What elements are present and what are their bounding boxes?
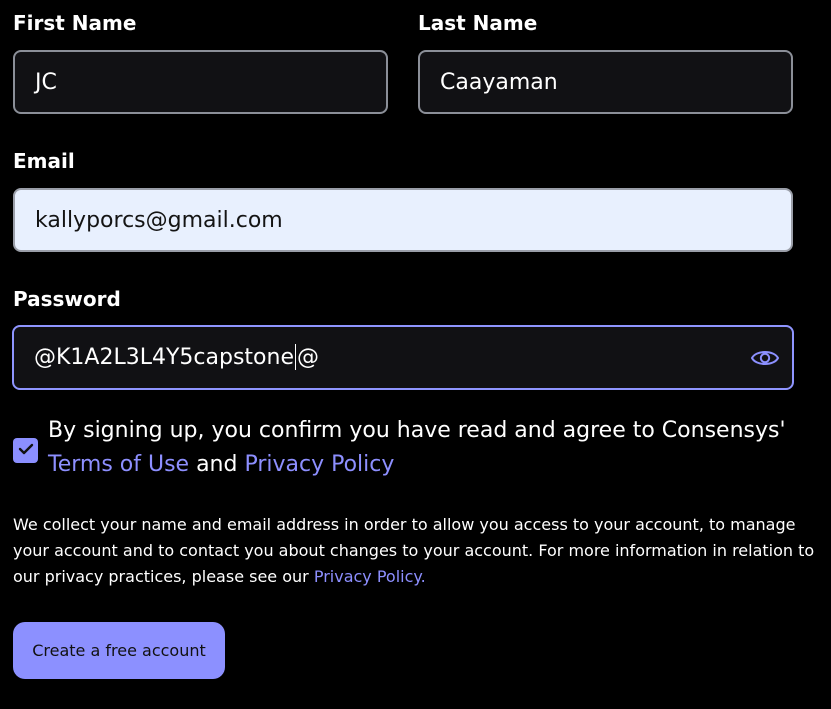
privacy-policy-link[interactable]: Privacy Policy	[244, 452, 394, 477]
terms-of-use-link[interactable]: Terms of Use	[48, 452, 189, 477]
eye-icon[interactable]	[750, 347, 780, 369]
password-value-before-caret: @K1A2L3L4Y5capstone	[34, 344, 294, 370]
consent-checkbox[interactable]	[13, 438, 38, 463]
email-value: kallyporcs@gmail.com	[35, 207, 283, 233]
first-name-label: First Name	[13, 11, 137, 35]
notice-privacy-policy-link[interactable]: Privacy Policy.	[314, 567, 426, 586]
password-label: Password	[13, 287, 121, 311]
first-name-value: JC	[35, 69, 57, 95]
last-name-label: Last Name	[418, 11, 538, 35]
last-name-value: Caayaman	[440, 69, 558, 95]
password-value-after-caret: @	[296, 344, 319, 370]
first-name-field[interactable]: JC	[13, 50, 388, 114]
checkmark-icon	[18, 441, 34, 460]
consent-prefix: By signing up, you confirm you have read…	[48, 418, 786, 443]
email-label: Email	[13, 149, 75, 173]
password-value: @K1A2L3L4Y5capstone @	[34, 343, 319, 371]
text-caret	[294, 343, 296, 370]
last-name-field[interactable]: Caayaman	[418, 50, 793, 114]
email-field[interactable]: kallyporcs@gmail.com	[13, 188, 793, 252]
password-field[interactable]: @K1A2L3L4Y5capstone @	[12, 325, 794, 390]
privacy-notice: We collect your name and email address i…	[13, 512, 818, 590]
create-account-button[interactable]: Create a free account	[13, 622, 225, 679]
consent-text: By signing up, you confirm you have read…	[48, 414, 808, 482]
consent-and: and	[189, 452, 245, 477]
